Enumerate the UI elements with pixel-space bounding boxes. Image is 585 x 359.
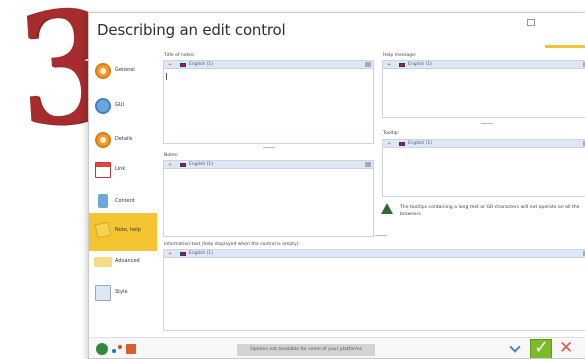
language-label: English (1)	[189, 162, 214, 167]
style-icon	[95, 285, 111, 301]
uk-flag-icon	[399, 142, 405, 146]
text-cursor	[166, 73, 167, 80]
sidebar: General GUI Details Link Content Note, h…	[89, 53, 157, 319]
splitter-handle[interactable]	[481, 123, 493, 124]
uk-flag-icon	[180, 252, 186, 256]
bottom-bar: Options not available for some of your p…	[89, 337, 585, 358]
sidebar-item-general[interactable]: General	[89, 53, 157, 91]
expand-icon[interactable]: +	[387, 140, 391, 148]
content-icon	[98, 194, 108, 208]
information-text-label: Information text (help displayed when th…	[164, 242, 300, 247]
step-number-text: 3	[12, 0, 92, 163]
expand-icon[interactable]: +	[168, 61, 172, 69]
language-bar: + English (1)	[383, 140, 585, 148]
notes-field[interactable]: + English (1)	[163, 160, 374, 237]
language-bar: + English (1)	[164, 61, 373, 69]
language-bar: + English (1)	[383, 61, 585, 69]
splitter-handle[interactable]	[263, 147, 275, 148]
step-number-graphic: 3	[0, 0, 92, 165]
cancel-icon[interactable]: ✕	[559, 338, 573, 358]
language-label: English (1)	[408, 62, 433, 67]
expand-icon[interactable]: +	[168, 161, 172, 169]
language-bar: + English (1)	[164, 250, 585, 258]
title-accent-bar	[545, 45, 585, 48]
title-of-notes-label: Title of notes:	[164, 53, 195, 58]
grid-icon[interactable]	[365, 62, 371, 67]
window-title: Describing an edit control	[97, 21, 286, 39]
sidebar-item-label: Note, help	[115, 227, 141, 233]
uk-flag-icon	[180, 163, 186, 167]
sidebar-item-label: Content	[115, 198, 135, 204]
language-label: English (1)	[408, 141, 433, 146]
sidebar-item-label: Advanced	[115, 258, 140, 264]
warning-icon	[380, 203, 394, 215]
sidebar-item-label: Details	[115, 136, 133, 142]
tooltip-warning-text: The tooltips containing a long text or G…	[400, 205, 580, 217]
language-label: English (1)	[189, 251, 214, 256]
check-icon: ✓	[534, 337, 550, 358]
edit-control-description-dialog: Describing an edit control General GUI D…	[88, 12, 585, 359]
maximize-icon[interactable]	[527, 19, 535, 26]
expand-icon[interactable]: +	[168, 250, 172, 258]
uk-flag-icon	[180, 63, 186, 67]
sidebar-item-label: Link	[115, 166, 126, 172]
advanced-icon	[94, 257, 112, 267]
information-text-field[interactable]: + English (1)	[163, 249, 585, 331]
sidebar-item-label: Style	[115, 289, 128, 295]
chevron-down-icon[interactable]	[509, 343, 521, 355]
help-message-field[interactable]: + English (1)	[382, 60, 585, 118]
sidebar-item-gui[interactable]: GUI	[89, 88, 157, 126]
splitter-handle[interactable]	[375, 235, 387, 236]
sidebar-item-label: GUI	[115, 102, 125, 108]
language-bar: + English (1)	[164, 161, 373, 169]
title-of-notes-field[interactable]: + English (1)	[163, 60, 374, 144]
general-icon	[95, 63, 111, 79]
expand-icon[interactable]: +	[387, 61, 391, 69]
link-icon	[95, 162, 111, 178]
language-label: English (1)	[189, 62, 214, 67]
network-icon[interactable]	[112, 345, 122, 354]
help-message-label: Help message:	[383, 53, 417, 58]
grid-icon[interactable]	[365, 162, 371, 167]
uk-flag-icon	[399, 63, 405, 67]
title-bar: Describing an edit control	[89, 13, 585, 48]
help-icon[interactable]	[96, 343, 108, 355]
platform-note[interactable]: Options not available for some of your p…	[237, 344, 375, 356]
tooltip-label: Tooltip:	[383, 131, 400, 136]
ok-button[interactable]: ✓	[530, 337, 552, 358]
notes-label: Notes:	[164, 153, 179, 158]
gui-icon	[95, 98, 111, 114]
platform-icon[interactable]	[126, 344, 136, 354]
note-help-icon	[94, 221, 112, 239]
details-icon	[95, 132, 111, 148]
sidebar-item-style[interactable]: Style	[89, 275, 157, 313]
tooltip-field[interactable]: + English (1)	[382, 139, 585, 197]
sidebar-item-label: General	[115, 67, 135, 73]
